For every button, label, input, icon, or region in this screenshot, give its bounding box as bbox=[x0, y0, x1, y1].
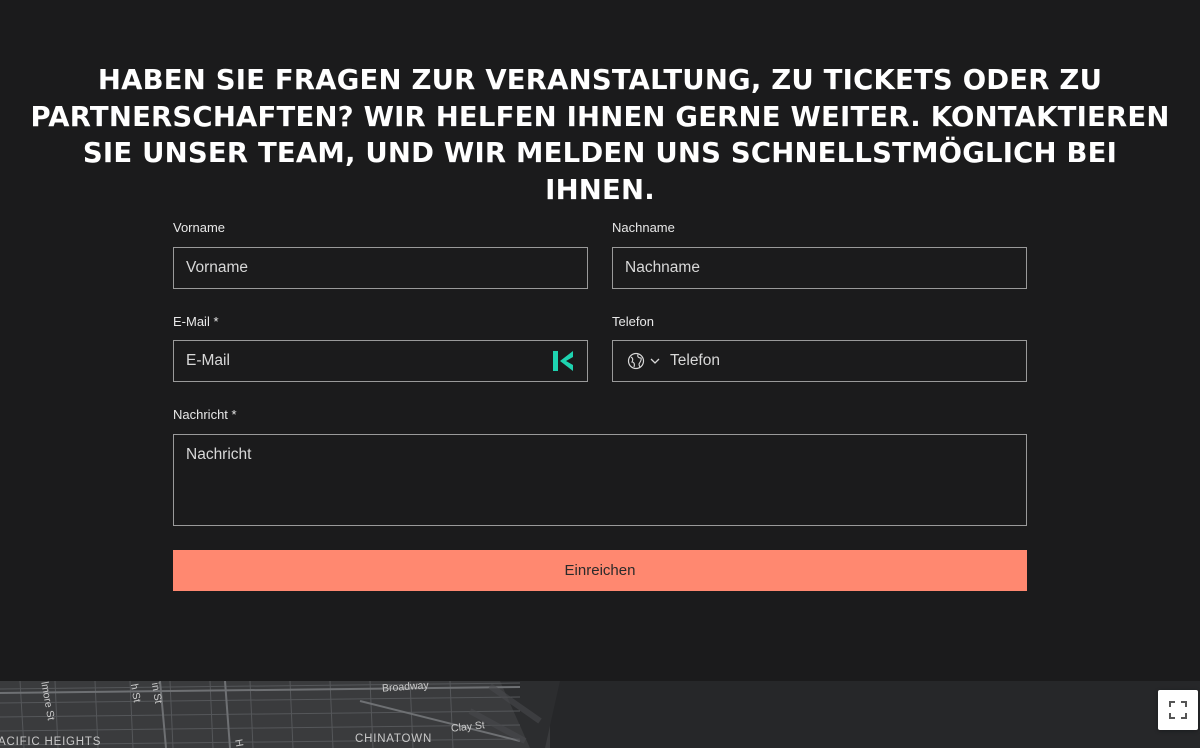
globe-icon bbox=[627, 352, 645, 370]
first-name-placeholder: Vorname bbox=[186, 259, 249, 276]
email-field[interactable]: E-Mail bbox=[173, 340, 588, 382]
last-name-field[interactable]: Nachname bbox=[612, 247, 1027, 289]
message-field[interactable]: Nachricht bbox=[173, 434, 1027, 526]
first-name-field[interactable]: Vorname bbox=[173, 247, 588, 289]
message-placeholder: Nachricht bbox=[186, 446, 252, 463]
phone-placeholder: Telefon bbox=[670, 352, 720, 369]
submit-button[interactable]: Einreichen bbox=[173, 550, 1027, 591]
page-headline: HABEN SIE FRAGEN ZUR VERANSTALTUNG, ZU T… bbox=[30, 64, 1170, 206]
fullscreen-icon bbox=[1169, 701, 1187, 719]
phone-label: Telefon bbox=[612, 314, 654, 329]
email-label: E-Mail * bbox=[173, 314, 219, 329]
map-label: ACIFIC HEIGHTS bbox=[0, 736, 102, 748]
country-selector[interactable] bbox=[627, 352, 661, 370]
chevron-down-icon bbox=[650, 358, 660, 364]
map[interactable]: Broadway Clay St CHINATOWN ACIFIC HEIGHT… bbox=[0, 681, 1200, 748]
first-name-label: Vorname bbox=[173, 220, 226, 235]
last-name-placeholder: Nachname bbox=[625, 259, 700, 276]
map-label: CHINATOWN bbox=[355, 733, 433, 745]
k-autofill-icon[interactable] bbox=[553, 351, 573, 371]
message-label: Nachricht * bbox=[173, 407, 237, 422]
fullscreen-button[interactable] bbox=[1158, 690, 1198, 730]
email-placeholder: E-Mail bbox=[186, 352, 230, 369]
phone-field[interactable]: Telefon bbox=[612, 340, 1027, 382]
last-name-label: Nachname bbox=[612, 220, 675, 235]
